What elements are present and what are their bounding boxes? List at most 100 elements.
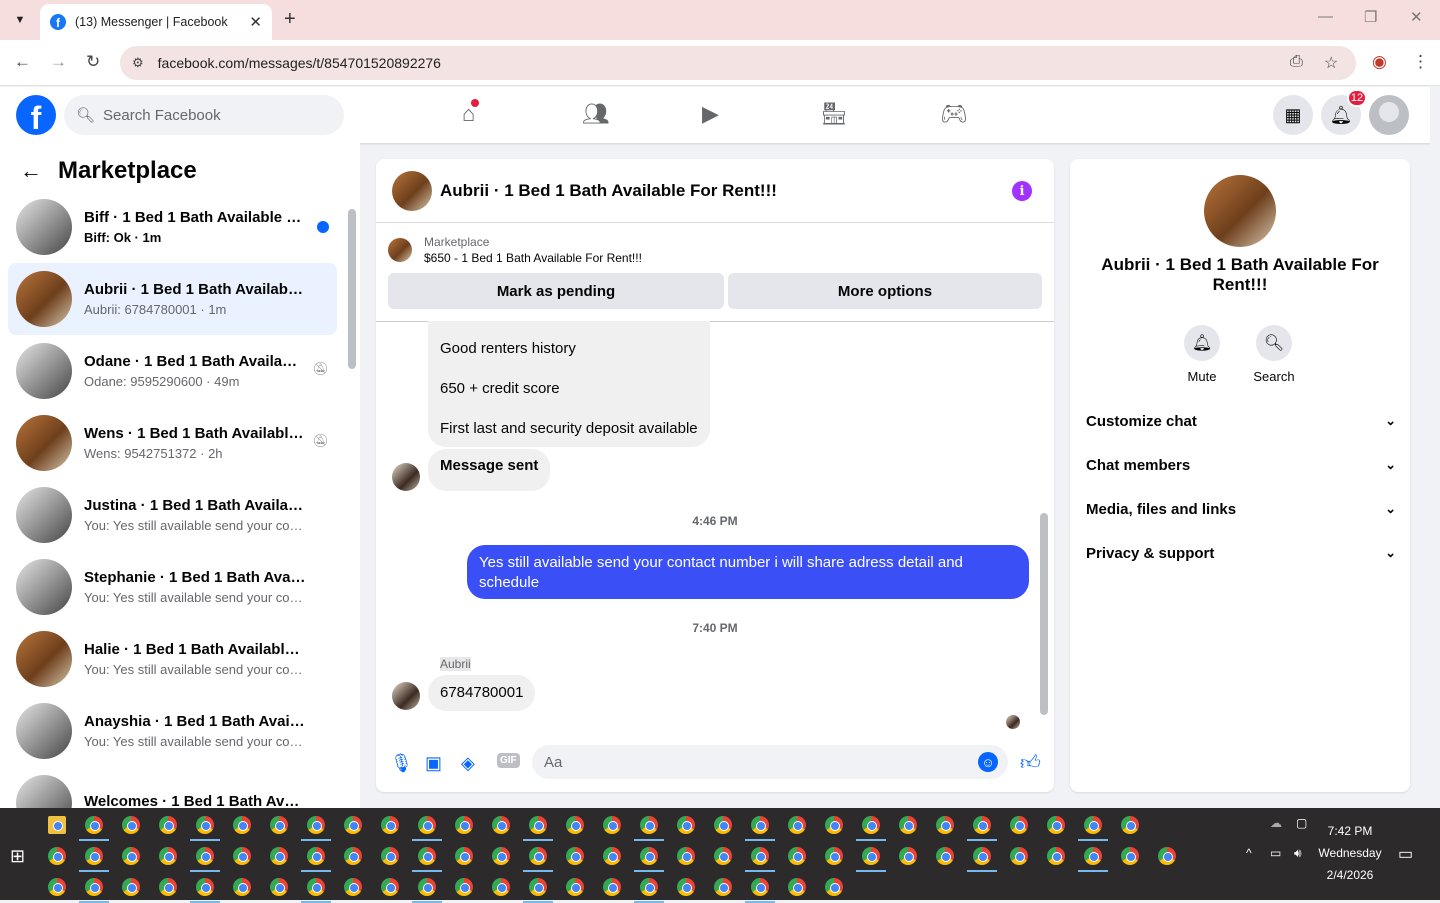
chrome-taskbar-icon[interactable] <box>196 878 214 896</box>
chrome-taskbar-icon[interactable] <box>492 816 510 834</box>
new-tab-button[interactable]: + <box>284 8 296 31</box>
photo-icon[interactable]: ▣ <box>425 753 442 774</box>
chrome-taskbar-icon[interactable] <box>418 816 436 834</box>
privacy-support-section[interactable]: Privacy & support ⌄ <box>1086 533 1396 573</box>
chrome-taskbar-icon[interactable] <box>344 816 362 834</box>
chrome-taskbar-icon[interactable] <box>492 878 510 896</box>
clock-date[interactable]: 2/4/2026 <box>1312 868 1388 882</box>
chrome-taskbar-icon[interactable] <box>825 847 843 865</box>
chrome-taskbar-icon[interactable] <box>751 816 769 834</box>
chrome-taskbar-icon[interactable] <box>973 816 991 834</box>
chrome-taskbar-icon[interactable] <box>714 847 732 865</box>
chrome-taskbar-icon[interactable] <box>1084 847 1102 865</box>
close-window-icon[interactable]: ✕ <box>1410 8 1423 26</box>
chrome-taskbar-icon[interactable] <box>122 847 140 865</box>
back-icon[interactable]: ← <box>14 52 31 72</box>
address-bar[interactable]: ⚙ facebook.com/messages/t/85470152089227… <box>120 46 1356 80</box>
chat-members-section[interactable]: Chat members ⌄ <box>1086 445 1396 485</box>
site-info-icon[interactable]: ⚙ <box>132 55 144 71</box>
info-icon[interactable]: i <box>1012 181 1032 201</box>
sidebar-scrollbar[interactable] <box>348 209 356 369</box>
minimize-icon[interactable]: — <box>1318 8 1333 25</box>
chrome-taskbar-icon[interactable] <box>640 847 658 865</box>
message-input[interactable]: Aa ☺ <box>532 745 1008 779</box>
friends-icon[interactable]: 👥︎ <box>582 101 610 127</box>
chrome-taskbar-icon[interactable] <box>677 816 695 834</box>
page-scrollbar[interactable] <box>1430 87 1440 808</box>
conversation-item[interactable]: Odane · 1 Bed 1 Bath Available... Odane:… <box>8 335 337 407</box>
conversation-item[interactable]: Halie · 1 Bed 1 Bath Available For... Yo… <box>8 623 337 695</box>
bookmark-star-icon[interactable]: ☆ <box>1324 53 1338 73</box>
chrome-taskbar-icon[interactable] <box>122 878 140 896</box>
gif-icon[interactable]: GIF <box>497 753 520 768</box>
chrome-taskbar-icon[interactable] <box>344 847 362 865</box>
chrome-taskbar-icon[interactable] <box>936 847 954 865</box>
chrome-taskbar-icon[interactable] <box>270 816 288 834</box>
chrome-taskbar-icon[interactable] <box>307 816 325 834</box>
reload-icon[interactable]: ↻ <box>86 52 100 72</box>
notification-center-icon[interactable]: ▭ <box>1398 844 1413 864</box>
chrome-taskbar-icon[interactable] <box>418 847 436 865</box>
windows-start-icon[interactable]: ⊞ <box>10 846 25 867</box>
chrome-taskbar-icon[interactable] <box>936 816 954 834</box>
network-icon[interactable]: ▭ <box>1270 846 1281 860</box>
chrome-taskbar-icon[interactable] <box>714 878 732 896</box>
chrome-taskbar-icon[interactable] <box>1121 816 1139 834</box>
forward-icon[interactable]: → <box>50 52 67 72</box>
chrome-taskbar-icon[interactable] <box>270 878 288 896</box>
conversation-item[interactable]: Stephanie · 1 Bed 1 Bath Availabl... You… <box>8 551 337 623</box>
chrome-taskbar-icon[interactable] <box>159 847 177 865</box>
emoji-icon[interactable]: ☺ <box>978 752 998 772</box>
clock-day[interactable]: Wednesday <box>1312 846 1388 860</box>
chrome-taskbar-icon[interactable] <box>566 816 584 834</box>
media-files-section[interactable]: Media, files and links ⌄ <box>1086 489 1396 529</box>
chrome-taskbar-icon[interactable] <box>381 816 399 834</box>
conversation-item[interactable]: Anayshia · 1 Bed 1 Bath Available... You… <box>8 695 337 767</box>
home-icon[interactable]: ⌂ <box>462 99 480 127</box>
conversation-item[interactable]: Biff · 1 Bed 1 Bath Available For... Bif… <box>8 191 337 263</box>
conversation-item-active[interactable]: Aubrii · 1 Bed 1 Bath Available F... Aub… <box>8 263 337 335</box>
chrome-taskbar-icon[interactable] <box>677 878 695 896</box>
chrome-taskbar-icon[interactable] <box>899 816 917 834</box>
back-arrow-icon[interactable]: ← <box>20 158 42 184</box>
chrome-taskbar-icon[interactable] <box>640 878 658 896</box>
sticker-icon[interactable]: ◈ <box>461 753 475 774</box>
conversation-item[interactable]: Justina · 1 Bed 1 Bath Available F... Yo… <box>8 479 337 551</box>
chrome-taskbar-icon[interactable] <box>788 847 806 865</box>
chrome-taskbar-icon[interactable] <box>196 816 214 834</box>
notifications-bell-icon[interactable]: 🔔︎ 12 <box>1321 89 1367 135</box>
mark-pending-button[interactable]: Mark as pending <box>388 273 724 309</box>
chrome-taskbar-icon[interactable] <box>233 847 251 865</box>
chrome-taskbar-icon[interactable] <box>159 816 177 834</box>
chrome-taskbar-icon[interactable] <box>677 847 695 865</box>
profile-icon[interactable]: ◉ <box>1372 52 1387 72</box>
tab-search-chevron-icon[interactable]: ▼ <box>9 9 31 31</box>
chrome-taskbar-icon[interactable] <box>307 878 325 896</box>
chat-thumbnail[interactable] <box>392 170 432 211</box>
chrome-taskbar-icon[interactable] <box>455 816 473 834</box>
chrome-taskbar-icon[interactable] <box>48 847 66 865</box>
chrome-taskbar-icon[interactable] <box>714 816 732 834</box>
chrome-taskbar-icon[interactable] <box>529 847 547 865</box>
menu-grid-icon[interactable]: ▦ <box>1273 95 1313 135</box>
clock-time[interactable]: 7:42 PM <box>1312 824 1388 838</box>
chrome-taskbar-icon[interactable] <box>862 847 880 865</box>
chrome-taskbar-icon[interactable] <box>1010 847 1028 865</box>
chrome-taskbar-icon[interactable] <box>566 878 584 896</box>
chrome-taskbar-icon[interactable] <box>85 816 103 834</box>
chrome-taskbar-icon[interactable] <box>1047 847 1065 865</box>
thumbs-up-icon[interactable]: 👍︎ <box>1020 751 1041 775</box>
chat-scrollbar[interactable] <box>1040 513 1048 715</box>
chrome-taskbar-icon[interactable] <box>233 878 251 896</box>
chrome-taskbar-icon[interactable] <box>640 816 658 834</box>
more-options-button[interactable]: More options <box>728 273 1042 309</box>
menu-kebab-icon[interactable]: ⋮ <box>1412 52 1429 72</box>
chrome-taskbar-icon[interactable] <box>344 878 362 896</box>
tray-chevron-icon[interactable]: ^ <box>1246 846 1252 860</box>
chrome-taskbar-icon[interactable] <box>1010 816 1028 834</box>
microphone-icon[interactable]: 🎙︎ <box>390 753 413 774</box>
chrome-taskbar-icon[interactable] <box>455 847 473 865</box>
chrome-taskbar-icon[interactable] <box>529 816 547 834</box>
search-button[interactable]: 🔍︎ Search <box>1244 325 1304 384</box>
chrome-taskbar-icon[interactable] <box>233 816 251 834</box>
